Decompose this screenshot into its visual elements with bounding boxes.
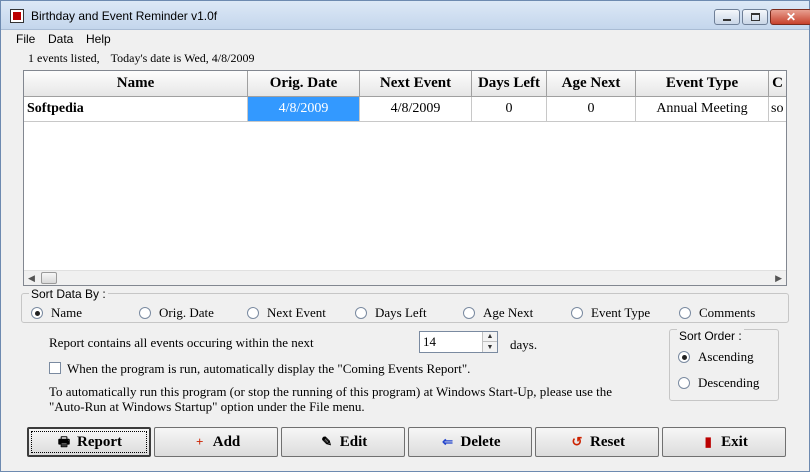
table-cell-orig-date[interactable]: 4/8/2009: [248, 97, 360, 122]
table-cell-name[interactable]: Softpedia: [24, 97, 248, 122]
sort-radio-next-event[interactable]: Next Event: [247, 305, 326, 321]
col-header-event-type[interactable]: Event Type: [636, 71, 769, 97]
days-spinner[interactable]: ▲ ▼: [419, 331, 498, 353]
radio-icon: [463, 307, 475, 319]
col-header-age-next[interactable]: Age Next: [547, 71, 636, 97]
radio-label: Comments: [699, 305, 756, 320]
sort-radio-name[interactable]: Name: [31, 305, 82, 321]
col-header-comments[interactable]: C: [769, 71, 786, 97]
menu-file[interactable]: File: [16, 32, 35, 46]
maximize-button[interactable]: [742, 9, 768, 25]
table-cell-comments[interactable]: so: [769, 97, 786, 122]
spin-down-icon[interactable]: ▼: [483, 342, 497, 352]
radio-selected-icon: [31, 307, 43, 319]
menu-bar: File Data Help: [1, 30, 809, 48]
delete-icon: ⇐: [442, 434, 453, 449]
status-line: 1 events listed, Today's date is Wed, 4/…: [28, 51, 254, 66]
sort-radio-event-type[interactable]: Event Type: [571, 305, 650, 321]
exit-button[interactable]: ▮ Exit: [662, 427, 786, 457]
radio-label: Days Left: [375, 305, 427, 320]
report-icon: 🖶: [57, 434, 71, 449]
horizontal-scrollbar[interactable]: ◀ ▶: [24, 270, 786, 285]
minimize-button[interactable]: [714, 9, 740, 25]
reset-icon: ↺: [571, 434, 583, 449]
autodisplay-label[interactable]: When the program is run, automatically d…: [67, 361, 470, 377]
button-label: Add: [212, 433, 241, 450]
radio-icon: [678, 377, 690, 389]
table-cell-days-left[interactable]: 0: [472, 97, 547, 122]
sort-order-legend: Sort Order :: [677, 329, 744, 343]
radio-icon: [679, 307, 691, 319]
table-cell-next-event[interactable]: 4/8/2009: [360, 97, 472, 122]
close-icon: ✕: [785, 10, 797, 24]
radio-selected-icon: [678, 351, 690, 363]
button-label: Report: [77, 433, 122, 450]
app-icon[interactable]: [10, 9, 24, 23]
add-button[interactable]: + Add: [154, 427, 278, 457]
table-cell-age-next[interactable]: 0: [547, 97, 636, 122]
maximize-icon: [750, 13, 760, 21]
window-title: Birthday and Event Reminder v1.0f: [31, 9, 218, 23]
radio-label: Age Next: [483, 305, 534, 320]
scroll-thumb[interactable]: [41, 272, 57, 284]
minimize-icon: [723, 19, 731, 21]
sort-radio-days-left[interactable]: Days Left: [355, 305, 427, 321]
reset-button[interactable]: ↺ Reset: [535, 427, 659, 457]
sort-radio-descending[interactable]: Descending: [678, 375, 759, 391]
button-label: Delete: [460, 433, 501, 450]
today-date: Today's date is Wed, 4/8/2009: [110, 51, 255, 65]
button-label: Exit: [721, 433, 748, 450]
radio-icon: [247, 307, 259, 319]
add-icon: +: [196, 434, 204, 449]
days-input[interactable]: [420, 332, 482, 352]
radio-icon: [355, 307, 367, 319]
radio-label: Descending: [698, 375, 760, 390]
sort-radio-orig-date[interactable]: Orig. Date: [139, 305, 214, 321]
col-header-name[interactable]: Name: [24, 71, 248, 97]
events-grid[interactable]: Name Orig. Date Next Event Days Left Age…: [23, 70, 787, 286]
scroll-right-icon[interactable]: ▶: [775, 273, 782, 284]
sort-radio-comments[interactable]: Comments: [679, 305, 755, 321]
menu-data[interactable]: Data: [48, 32, 73, 46]
button-label: Edit: [339, 433, 368, 450]
menu-help[interactable]: Help: [86, 32, 111, 46]
delete-button[interactable]: ⇐ Delete: [408, 427, 532, 457]
spinner-buttons: ▲ ▼: [482, 332, 497, 352]
edit-icon: ✎: [321, 434, 333, 449]
radio-icon: [139, 307, 151, 319]
autorun-text-line2: "Auto-Run at Windows Startup" option und…: [49, 399, 365, 414]
autodisplay-checkbox[interactable]: [49, 362, 61, 374]
col-header-orig-date[interactable]: Orig. Date: [248, 71, 360, 97]
col-header-days-left[interactable]: Days Left: [472, 71, 547, 97]
close-button[interactable]: ✕: [770, 9, 810, 25]
sort-radio-age-next[interactable]: Age Next: [463, 305, 533, 321]
autorun-text-line1: To automatically run this program (or st…: [49, 384, 612, 399]
app-window: Birthday and Event Reminder v1.0f ✕ File…: [0, 0, 810, 472]
report-button[interactable]: 🖶 Report: [27, 427, 151, 457]
radio-label: Name: [51, 305, 83, 320]
radio-label: Next Event: [267, 305, 326, 320]
radio-label: Event Type: [591, 305, 651, 320]
radio-icon: [571, 307, 583, 319]
exit-icon: ▮: [704, 434, 712, 449]
spin-up-icon[interactable]: ▲: [483, 332, 497, 342]
scroll-left-icon[interactable]: ◀: [28, 273, 35, 284]
days-suffix: days.: [510, 337, 538, 352]
edit-button[interactable]: ✎ Edit: [281, 427, 405, 457]
radio-label: Orig. Date: [159, 305, 214, 320]
button-label: Reset: [590, 433, 625, 450]
table-cell-event-type[interactable]: Annual Meeting: [636, 97, 769, 122]
events-count: 1 events listed,: [28, 51, 100, 65]
report-range-label: Report contains all events occuring with…: [49, 335, 314, 350]
radio-label: Ascending: [698, 349, 754, 364]
sort-by-legend: Sort Data By :: [29, 287, 108, 301]
sort-radio-ascending[interactable]: Ascending: [678, 349, 754, 365]
title-bar[interactable]: Birthday and Event Reminder v1.0f ✕: [1, 1, 810, 30]
col-header-next-event[interactable]: Next Event: [360, 71, 472, 97]
